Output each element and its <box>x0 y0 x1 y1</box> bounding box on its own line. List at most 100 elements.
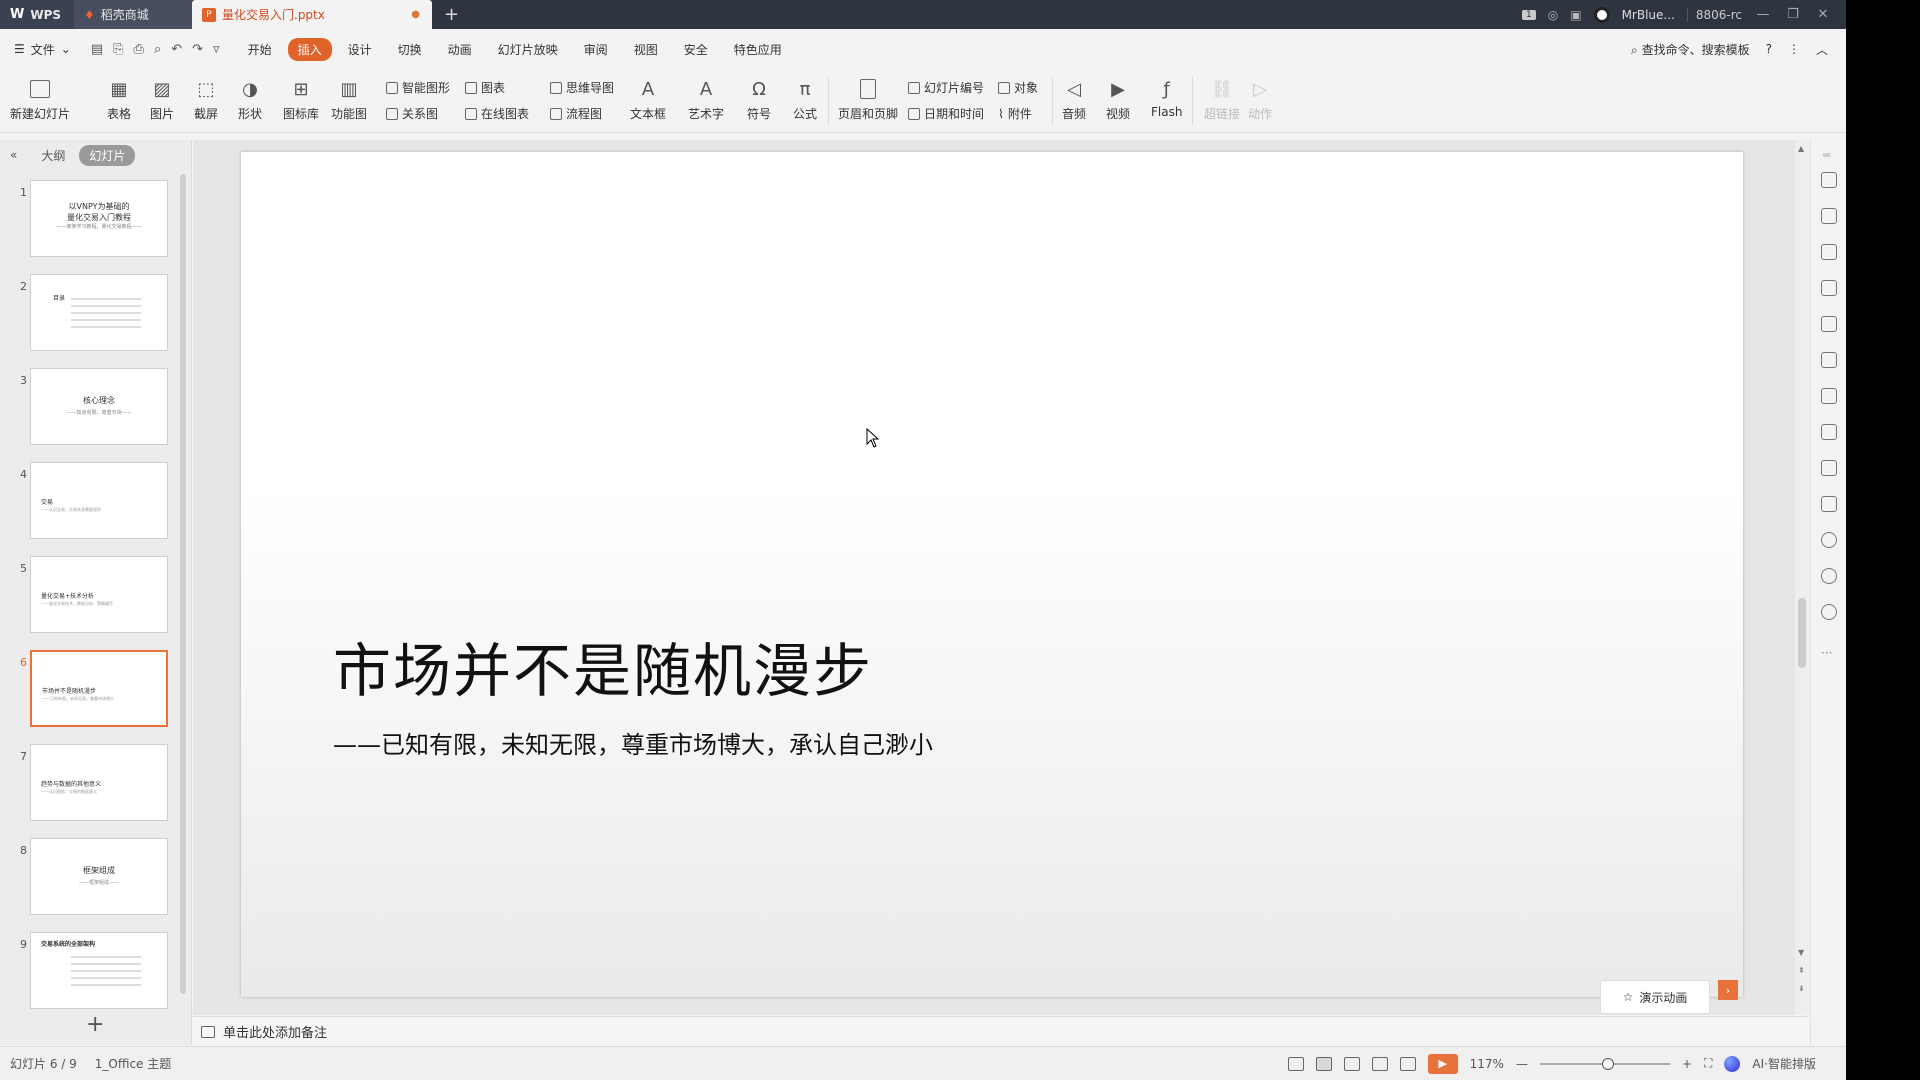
search-command[interactable]: ⌕ 查找命令、搜索模板 <box>1631 41 1750 58</box>
save-icon[interactable]: ▤ <box>91 42 103 57</box>
document-tab[interactable]: P 量化交易入门.pptx ● <box>192 0 432 29</box>
zoom-out-icon[interactable]: — <box>1516 1057 1528 1071</box>
art-text-button[interactable]: A 艺术字 <box>688 77 724 122</box>
zoom-slider-knob[interactable] <box>1601 1057 1614 1070</box>
slide-thumbnail-row[interactable]: 9 交易系统的全部架构 <box>0 932 180 1012</box>
scroll-up-icon[interactable]: ▲ <box>1798 144 1804 153</box>
minimize-button[interactable]: — <box>1754 7 1772 22</box>
action-button[interactable]: ▷ 动作 <box>1248 77 1272 122</box>
notes-toggle-icon[interactable] <box>1287 1056 1304 1071</box>
presenter-view-icon[interactable] <box>1399 1056 1416 1071</box>
slide-thumbnail[interactable]: 框架组成 ——框架组成—— <box>30 838 168 915</box>
sync-icon[interactable]: ◎ <box>1548 8 1558 22</box>
ribbon-tab[interactable]: 视图 <box>624 38 668 61</box>
slide-thumbnail-row[interactable]: 7 趋势与数据的其他意义 ——认识趋势，交易的数据意义 <box>0 744 180 824</box>
ribbon-tab[interactable]: 审阅 <box>574 38 618 61</box>
zoom-slider[interactable] <box>1539 1057 1670 1070</box>
normal-view-icon[interactable] <box>1315 1056 1332 1071</box>
smart-shape-button[interactable]: 智能图形 <box>386 79 450 96</box>
download-icon[interactable] <box>1821 532 1837 548</box>
slide-thumbnail-row[interactable]: 5 量化交易+技术分析 ——量化交易技术，数据分析，策略编写 <box>0 556 180 636</box>
fit-to-window-icon[interactable]: ⛶ <box>1704 1056 1712 1071</box>
user-name[interactable]: MrBlue... <box>1622 8 1675 22</box>
slide-thumbnail[interactable]: 核心理念 ——知道有限，尊重市场—— <box>30 368 168 445</box>
ai-layout-label[interactable]: AI·智能排版 <box>1752 1055 1816 1072</box>
textbox-button[interactable]: A 文本框 <box>630 77 666 122</box>
slide-thumbnail[interactable]: 市场并不是随机漫步 ——已知有限，未知无限，尊重市场博大 <box>30 650 168 727</box>
attachment-button[interactable]: ⌇ 附件 <box>998 105 1032 122</box>
header-footer-button[interactable]: 页眉和页脚 <box>838 77 898 122</box>
settings-sliders-icon[interactable] <box>1821 316 1837 332</box>
panel-scrollbar[interactable] <box>180 174 186 994</box>
more-icon[interactable]: ⋮ <box>1788 42 1800 56</box>
new-tab-button[interactable]: + <box>432 0 471 29</box>
file-menu[interactable]: ☰ 文件 ⌄ <box>0 41 81 58</box>
undo-icon[interactable]: ↶ <box>171 42 182 57</box>
print-icon[interactable]: ⎙ <box>134 42 144 57</box>
slide-thumbnail-row[interactable]: 4 交易 ——认识交易，交易本身需要规则 <box>0 462 180 542</box>
ribbon-tab[interactable]: 动画 <box>438 38 482 61</box>
add-slide-button[interactable]: + <box>86 1012 104 1037</box>
chart-button[interactable]: 图表 <box>465 79 505 96</box>
object-button[interactable]: 对象 <box>998 79 1038 96</box>
picture-button[interactable]: ▨ 图片 <box>150 77 174 122</box>
slide-thumbnail[interactable]: 趋势与数据的其他意义 ——认识趋势，交易的数据意义 <box>30 744 168 821</box>
formula-button[interactable]: π 公式 <box>793 77 817 122</box>
collapse-ribbon-icon[interactable]: ︿ <box>1816 41 1828 58</box>
close-button[interactable]: ✕ <box>1814 7 1832 22</box>
collapse-demo-button[interactable]: › <box>1718 980 1738 1000</box>
hyperlink-button[interactable]: ⛓ 超链接 <box>1204 77 1240 122</box>
slide-title[interactable]: 市场并不是随机漫步 <box>333 624 873 708</box>
shapes-icon[interactable] <box>1821 244 1837 260</box>
outline-tab[interactable]: 大纲 <box>31 145 75 166</box>
zoom-in-icon[interactable]: + <box>1682 1057 1692 1071</box>
notes-bar[interactable]: 单击此处添加备注 <box>193 1016 1809 1046</box>
online-chart-button[interactable]: 在线图表 <box>465 105 529 122</box>
mind-map-button[interactable]: 思维导图 <box>550 79 614 96</box>
user-avatar[interactable] <box>1593 6 1610 23</box>
new-slide-button[interactable]: 新建幻灯片 <box>10 77 70 122</box>
relation-chart-button[interactable]: 关系图 <box>386 105 438 122</box>
slide-thumbnail[interactable]: 以VNPY为基础的 量化交易入门教程 ——某某学习教程，量化交易教程—— <box>30 180 168 257</box>
collapse-panel-icon[interactable]: « <box>10 148 17 162</box>
reading-view-icon[interactable] <box>1371 1056 1388 1071</box>
fill-icon[interactable] <box>1821 280 1837 296</box>
print-preview-icon[interactable]: ⌕ <box>154 42 161 57</box>
flowchart-button[interactable]: 流程图 <box>550 105 602 122</box>
help-icon[interactable] <box>1821 604 1837 620</box>
slides-tab[interactable]: 幻灯片 <box>79 144 136 166</box>
customize-icon[interactable]: ▿ <box>213 42 220 57</box>
audio-button[interactable]: ◁ 音频 <box>1062 77 1086 122</box>
table-button[interactable]: ▦ 表格 <box>107 77 131 122</box>
slide-thumbnail[interactable]: 目录 <box>30 274 168 351</box>
shape-button[interactable]: ◑ 形状 <box>238 77 262 122</box>
ribbon-tab[interactable]: 安全 <box>674 38 718 61</box>
sound-icon[interactable] <box>1821 496 1837 512</box>
wps-home-tab[interactable]: W WPS <box>0 0 74 29</box>
more-horizontal-icon[interactable]: ··· <box>1821 646 1832 660</box>
layers-icon[interactable] <box>1821 208 1837 224</box>
share-icon[interactable] <box>1821 388 1837 404</box>
pin-icon[interactable] <box>1821 172 1837 188</box>
ribbon-tab[interactable]: 幻灯片放映 <box>488 38 568 61</box>
slide-thumbnail-row[interactable]: 2 目录 <box>0 274 180 354</box>
ribbon-tab[interactable]: 设计 <box>338 38 382 61</box>
function-chart-button[interactable]: ▥ 功能图 <box>331 77 367 122</box>
slide-thumbnail[interactable]: 交易系统的全部架构 <box>30 932 168 1009</box>
slide-thumbnail-row[interactable]: 3 核心理念 ——知道有限，尊重市场—— <box>0 368 180 448</box>
canvas-scrollbar[interactable]: ▲ ▼ ⇞ ⇟ <box>1795 140 1809 1015</box>
help-button[interactable]: ? <box>1766 42 1772 56</box>
scroll-down-icon[interactable]: ▼ <box>1798 948 1804 957</box>
slideshow-play-button[interactable]: ▶ <box>1427 1053 1458 1074</box>
image-icon[interactable] <box>1821 460 1837 476</box>
cloud-doc-icon[interactable]: ▣ <box>1570 8 1581 22</box>
zoom-level[interactable]: 117% <box>1470 1057 1504 1071</box>
icon-library-button[interactable]: ⊞ 图标库 <box>283 77 319 122</box>
export-icon[interactable]: ⎘ <box>113 42 123 57</box>
slide-thumbnail-row[interactable]: 6 市场并不是随机漫步 ——已知有限，未知无限，尊重市场博大 <box>0 650 180 730</box>
next-slide-icon[interactable]: ⇟ <box>1798 984 1805 993</box>
slide-subtitle[interactable]: ——已知有限，未知无限，尊重市场博大，承认自己渺小 <box>333 725 933 760</box>
date-time-button[interactable]: 日期和时间 <box>908 105 984 122</box>
flash-button[interactable]: ƒ Flash <box>1151 77 1182 120</box>
slide-number-button[interactable]: 幻灯片编号 <box>908 79 984 96</box>
